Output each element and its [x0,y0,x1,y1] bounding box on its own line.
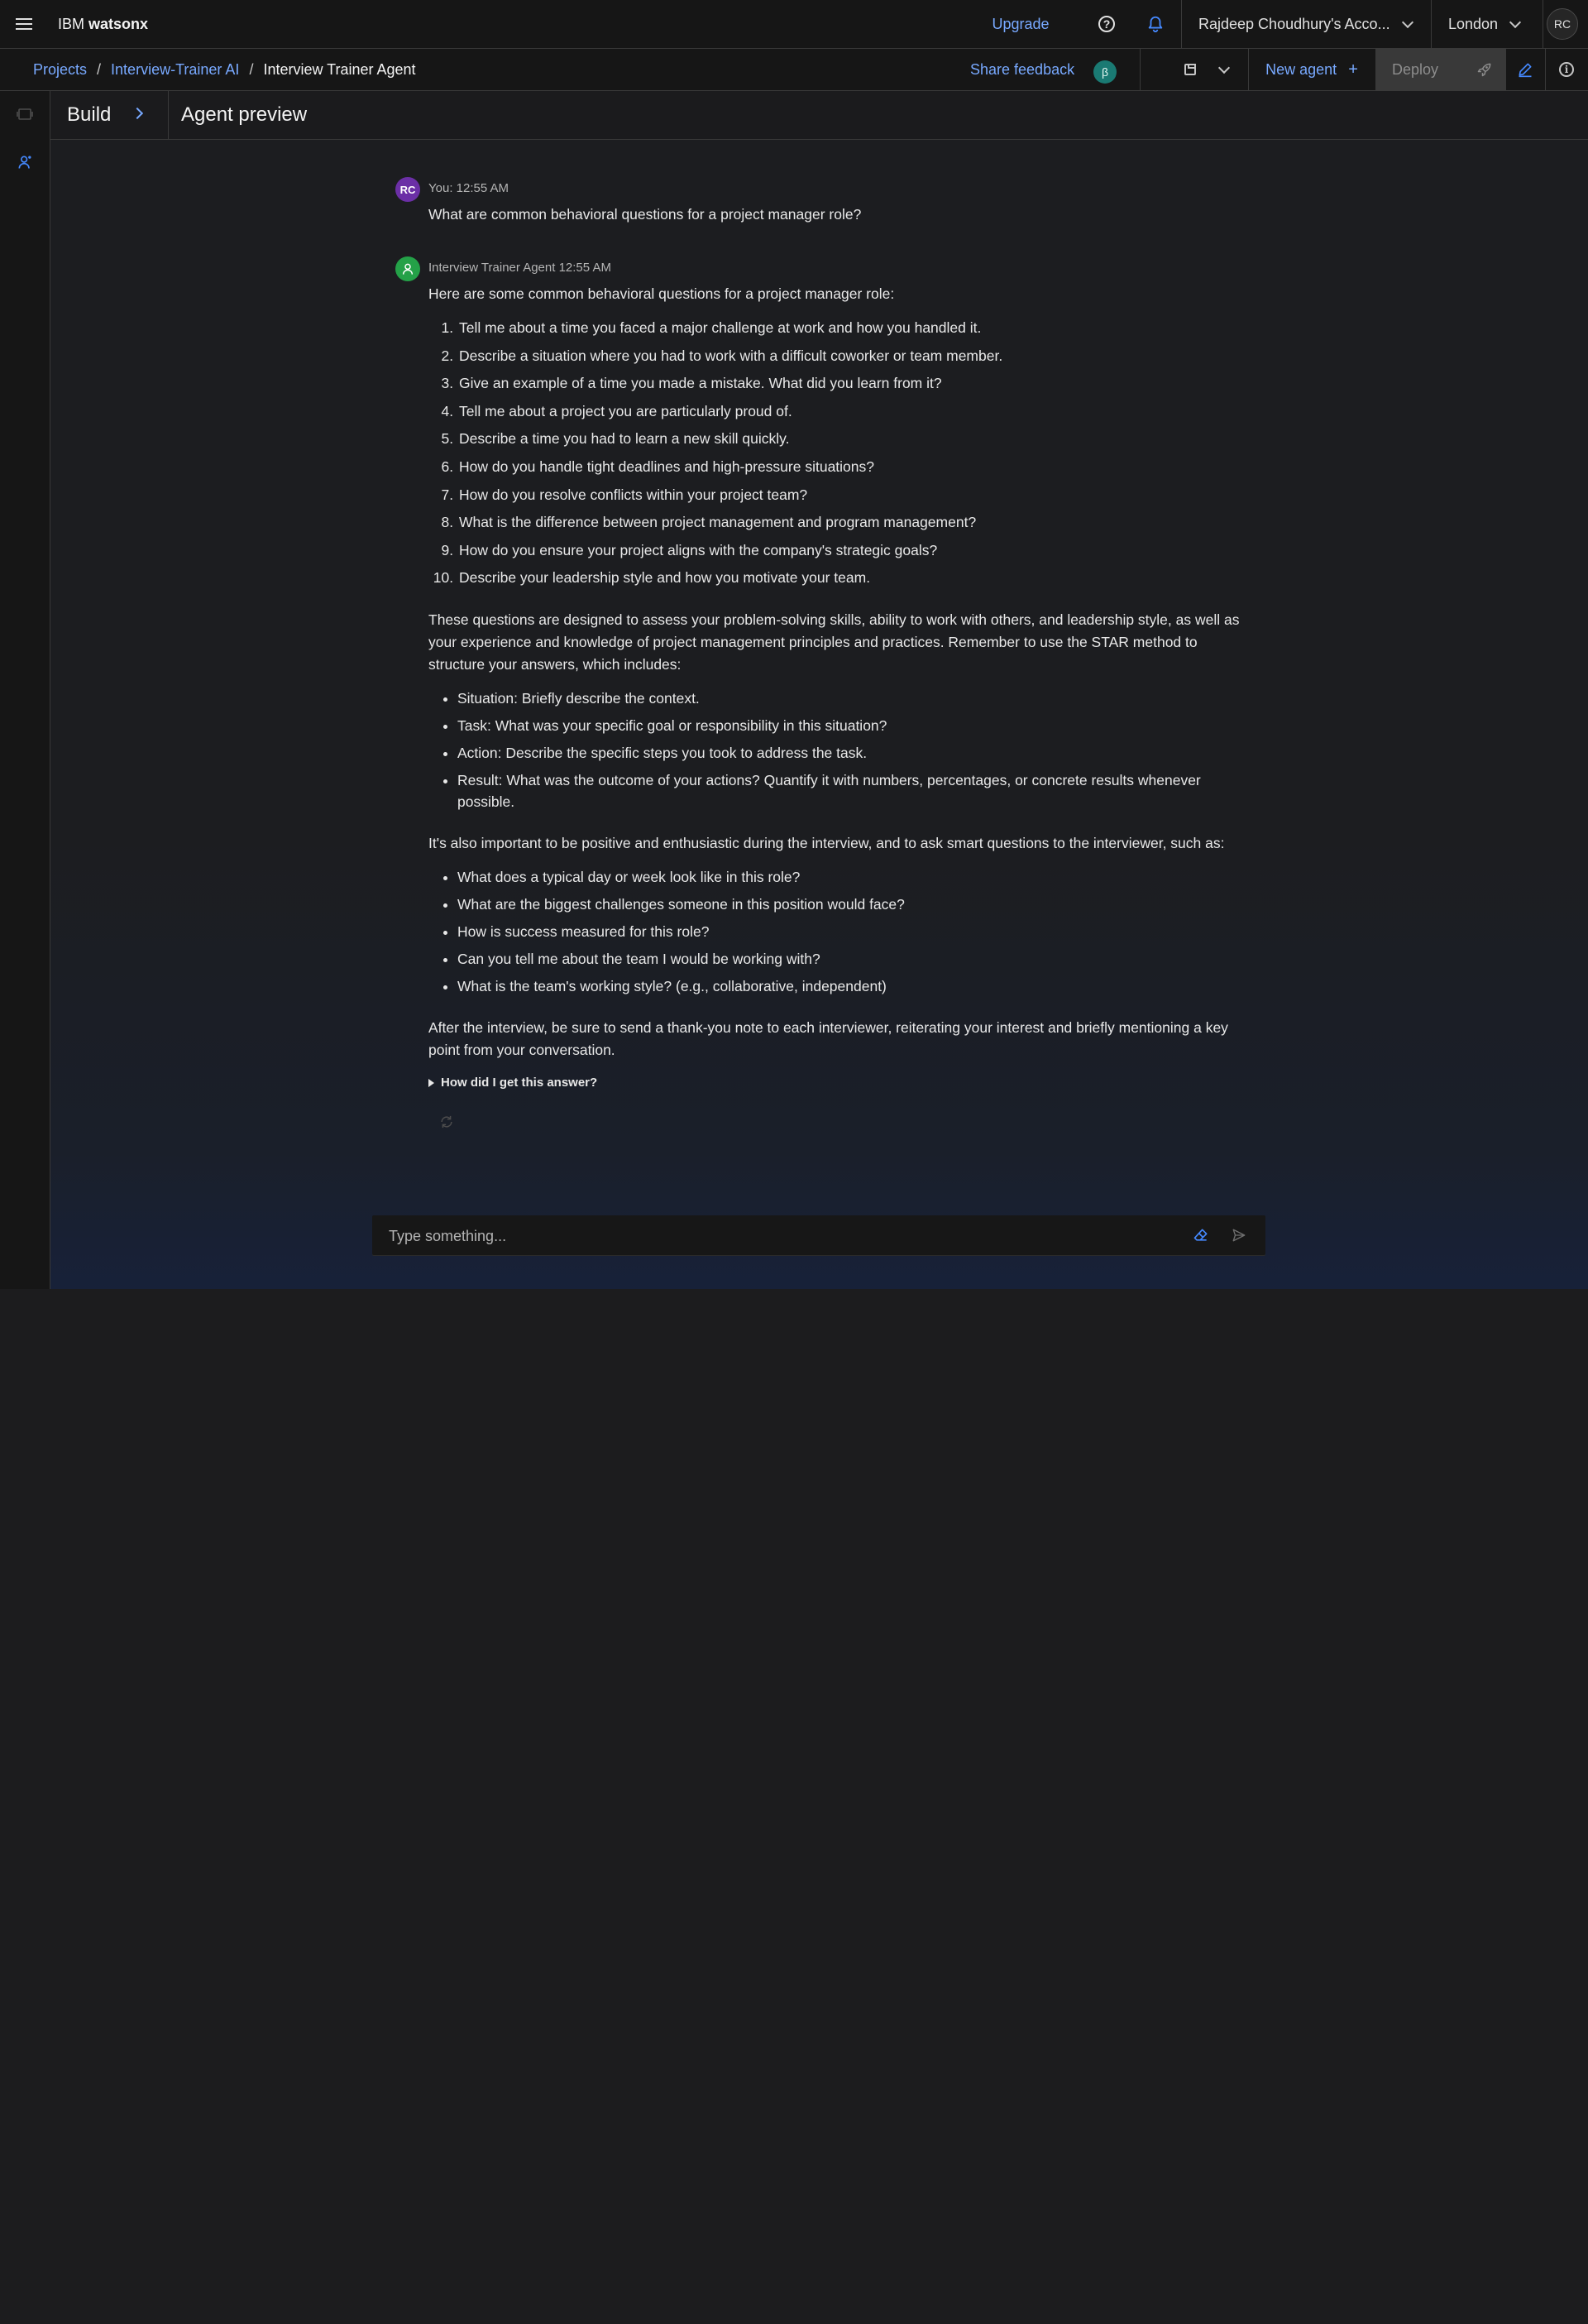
breadcrumb: Projects / Interview-Trainer AI / Interv… [33,49,416,90]
caret-right-icon [428,1078,434,1087]
user-message-avatar: RC [395,177,420,202]
list-item: Result: What was the outcome of your act… [457,769,1256,812]
bell-icon [1148,16,1163,33]
how-label: How did I get this answer? [441,1076,598,1090]
chevron-down-icon [1401,16,1413,28]
divider [168,91,169,139]
breadcrumb-separator: / [97,60,102,78]
brand-prefix: IBM [58,15,85,32]
star-list: Situation: Briefly describe the context.… [428,688,1256,812]
rail-toggle-button[interactable] [15,104,35,124]
build-panel-title: Build [67,103,112,126]
breadcrumb-project[interactable]: Interview-Trainer AI [111,61,239,79]
ask-list: What does a typical day or week look lik… [428,866,1256,997]
chat-area: RC You: 12:55 AM What are common behavio… [50,140,1588,1289]
agent-intro: Here are some common behavioral question… [428,285,895,302]
info-icon: i [1559,62,1574,77]
user-message-text: What are common behavioral questions for… [428,206,862,223]
save-options-button[interactable] [1209,49,1239,90]
breadcrumb-separator: / [249,60,254,78]
agent-icon [18,156,31,169]
new-agent-label: New agent [1265,60,1337,78]
breadcrumb-projects[interactable]: Projects [33,61,87,79]
info-button[interactable]: i [1548,49,1585,90]
user-avatar[interactable]: RC [1547,8,1578,40]
closing-paragraph: After the interview, be sure to send a t… [428,1019,1228,1059]
help-button[interactable]: ? [1083,0,1131,48]
list-item: Describe a time you had to learn a new s… [457,428,1256,450]
toggle-icon [17,108,33,120]
rail-agent-button[interactable] [15,152,35,172]
list-item: What does a typical day or week look lik… [457,866,1256,888]
edit-button[interactable] [1507,49,1543,90]
list-item: How do you handle tight deadlines and hi… [457,456,1256,478]
star-paragraph: These questions are designed to assess y… [428,611,1240,673]
chevron-right-icon[interactable] [131,107,144,120]
list-item: How do you resolve conflicts within your… [457,484,1256,506]
help-icon: ? [1098,16,1115,32]
region-switcher[interactable]: London [1431,0,1543,48]
list-item: Tell me about a time you faced a major c… [457,317,1256,339]
question-list: Tell me about a time you faced a major c… [428,317,1256,589]
beta-badge: β [1093,60,1117,84]
menu-button[interactable] [0,0,48,48]
list-item: Action: Describe the specific steps you … [457,742,1256,764]
pencil-icon [1519,63,1532,78]
list-item: How do you ensure your project aligns wi… [457,539,1256,562]
send-icon [1232,1229,1246,1242]
share-feedback-link[interactable]: Share feedback [970,49,1074,90]
chevron-down-icon [1217,61,1231,74]
agent-avatar [395,256,420,281]
brand-name: watsonx [88,15,149,32]
agent-message-body: Here are some common behavioral question… [428,283,1256,1130]
preview-panel-title: Agent preview [181,103,308,126]
chevron-down-icon [1509,16,1522,28]
save-button[interactable] [1174,49,1206,90]
upgrade-button[interactable]: Upgrade [968,0,1074,48]
account-switcher[interactable]: Rajdeep Choudhury's Acco... [1181,0,1431,48]
list-item: Describe a situation where you had to wo… [457,345,1256,367]
list-item: How is success measured for this role? [457,921,1256,942]
clear-chat-button[interactable] [1191,1225,1211,1245]
deploy-button[interactable]: Deploy [1375,49,1506,90]
list-item: What are the biggest challenges someone … [457,894,1256,915]
notifications-button[interactable] [1131,0,1179,48]
list-item: What is the team's working style? (e.g.,… [457,975,1256,997]
list-item: Can you tell me about the team I would b… [457,948,1256,970]
breadcrumb-current: Interview Trainer Agent [263,60,416,78]
regenerate-icon [441,1116,452,1128]
account-label: Rajdeep Choudhury's Acco... [1198,15,1390,32]
questions-paragraph: It's also important to be positive and e… [428,835,1225,852]
panel-header: Build Agent preview [50,91,1588,140]
save-icon [1184,64,1196,75]
regenerate-button[interactable] [438,1114,455,1130]
list-item: Task: What was your specific goal or res… [457,715,1256,736]
how-did-i-get-this-toggle[interactable]: How did I get this answer? [428,1071,1256,1094]
rocket-icon [1477,63,1491,77]
divider [1140,49,1141,90]
plus-icon: + [1348,60,1358,79]
list-item: Situation: Briefly describe the context. [457,688,1256,709]
chat-input-bar [372,1215,1265,1257]
list-item: Describe your leadership style and how y… [457,567,1256,589]
list-item: Give an example of a time you made a mis… [457,372,1256,395]
region-label: London [1448,15,1499,32]
list-item: Tell me about a project you are particul… [457,400,1256,423]
chat-input[interactable] [387,1215,1184,1257]
left-rail [0,91,50,1289]
list-item: What is the difference between project m… [457,511,1256,534]
new-agent-button[interactable]: New agent + [1249,49,1375,90]
product-brand[interactable]: IBM watsonx [58,16,148,33]
message-meta: You: 12:55 AM [428,181,509,195]
send-button[interactable] [1229,1225,1249,1245]
message-meta: Interview Trainer Agent 12:55 AM [428,261,611,275]
agent-avatar-icon [402,263,414,275]
divider [1545,49,1546,90]
deploy-label: Deploy [1392,60,1439,78]
eraser-icon [1193,1229,1208,1241]
message-text: What are common behavioral questions for… [428,204,1256,226]
hamburger-icon [16,23,32,25]
